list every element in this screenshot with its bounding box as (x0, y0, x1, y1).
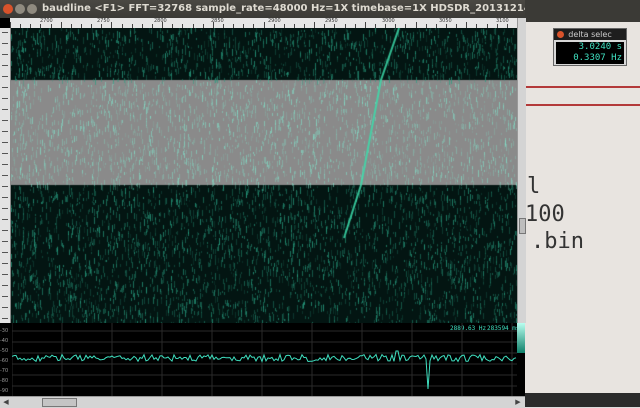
time-ruler-mark (2, 175, 8, 176)
time-ruler-mark (2, 219, 8, 220)
time-ruler-mark (2, 76, 8, 77)
spectrum-y-label: -50 (0, 348, 9, 354)
background-text-line: .bin (531, 229, 584, 254)
background-red-rule (525, 86, 640, 88)
ruler-label: 3050 (439, 18, 452, 24)
time-ruler-mark (2, 65, 8, 66)
time-ruler-mark (2, 131, 8, 132)
horizontal-scrollbar-thumb[interactable] (42, 398, 77, 407)
time-ruler-mark (2, 54, 8, 55)
spectrum-y-label: -70 (0, 368, 9, 374)
spectrum-y-label: -60 (0, 358, 9, 364)
background-text-line: 100 (525, 202, 565, 227)
ruler-label: 2900 (268, 18, 281, 24)
time-ruler-mark (2, 252, 8, 253)
time-ruler-mark (2, 109, 8, 110)
waterfall-spectrogram[interactable] (11, 28, 517, 323)
time-ruler-mark (2, 285, 8, 286)
time-ruler-mark (2, 43, 8, 44)
time-ruler-mark (2, 142, 8, 143)
scroll-right-icon[interactable]: ▶ (514, 398, 522, 406)
delta-frequency-value: 0.3307 Hz (556, 53, 624, 64)
time-ruler-mark (2, 164, 8, 165)
background-window-bottom (525, 393, 640, 407)
spectrum-trace-plot (12, 323, 517, 396)
time-ruler-mark (2, 186, 8, 187)
time-ruler-mark (2, 197, 8, 198)
time-ruler[interactable] (0, 28, 11, 323)
vertical-scrollbar-thumb[interactable] (519, 218, 526, 234)
close-icon[interactable] (557, 31, 564, 38)
time-ruler-mark (2, 318, 8, 319)
minimize-icon[interactable] (15, 4, 25, 14)
close-icon[interactable] (3, 4, 13, 14)
time-ruler-mark (2, 230, 8, 231)
time-ruler-mark (2, 98, 8, 99)
spectrum-y-label: -30 (0, 328, 9, 334)
background-window-titlebar (525, 0, 640, 22)
spectrum-trace (12, 350, 517, 390)
time-ruler-mark (2, 274, 8, 275)
time-ruler-mark (2, 153, 8, 154)
spectrum-y-label: -40 (0, 338, 9, 344)
time-ruler-mark (2, 296, 8, 297)
background-red-rule (525, 104, 640, 106)
baudline-window: baudline <F1> FFT=32768 sample_rate=4800… (0, 0, 526, 408)
time-ruler-mark (2, 263, 8, 264)
time-ruler-mark (2, 120, 8, 121)
delta-selection-titlebar[interactable]: delta selec (554, 29, 626, 40)
ruler-label: 3000 (382, 18, 395, 24)
ruler-label: 2950 (325, 18, 338, 24)
spectrum-display[interactable]: 2889.63 Hz 283594 ms -30 -40 -50 -60 -70 -80-… (0, 323, 525, 396)
ruler-label: 2850 (211, 18, 224, 24)
time-ruler-mark (2, 241, 8, 242)
ruler-label: 2800 (154, 18, 167, 24)
spectrum-y-label: -80 (0, 378, 9, 384)
time-ruler-mark (2, 307, 8, 308)
time-ruler-mark (2, 208, 8, 209)
maximize-icon[interactable] (27, 4, 37, 14)
ruler-label: 2700 (40, 18, 53, 24)
background-text-line: l (527, 174, 541, 199)
color-scale-bar (517, 323, 525, 353)
delta-time-value: 3.0240 s (556, 42, 624, 53)
spectrum-y-label: -90 (0, 388, 9, 394)
ruler-label: 2750 (97, 18, 110, 24)
time-ruler-mark (2, 32, 8, 33)
ruler-label: 3100 (496, 18, 509, 24)
delta-selection-window[interactable]: delta selec 3.0240 s 0.3307 Hz (553, 28, 627, 66)
time-ruler-mark (2, 87, 8, 88)
vertical-scrollbar[interactable] (517, 18, 526, 323)
scroll-left-icon[interactable]: ◀ (2, 398, 10, 406)
window-title: baudline <F1> FFT=32768 sample_rate=4800… (42, 3, 525, 14)
horizontal-scrollbar[interactable]: ◀ ▶ (0, 396, 525, 408)
window-titlebar[interactable]: baudline <F1> FFT=32768 sample_rate=4800… (0, 0, 525, 18)
delta-selection-title: delta selec (568, 30, 612, 39)
